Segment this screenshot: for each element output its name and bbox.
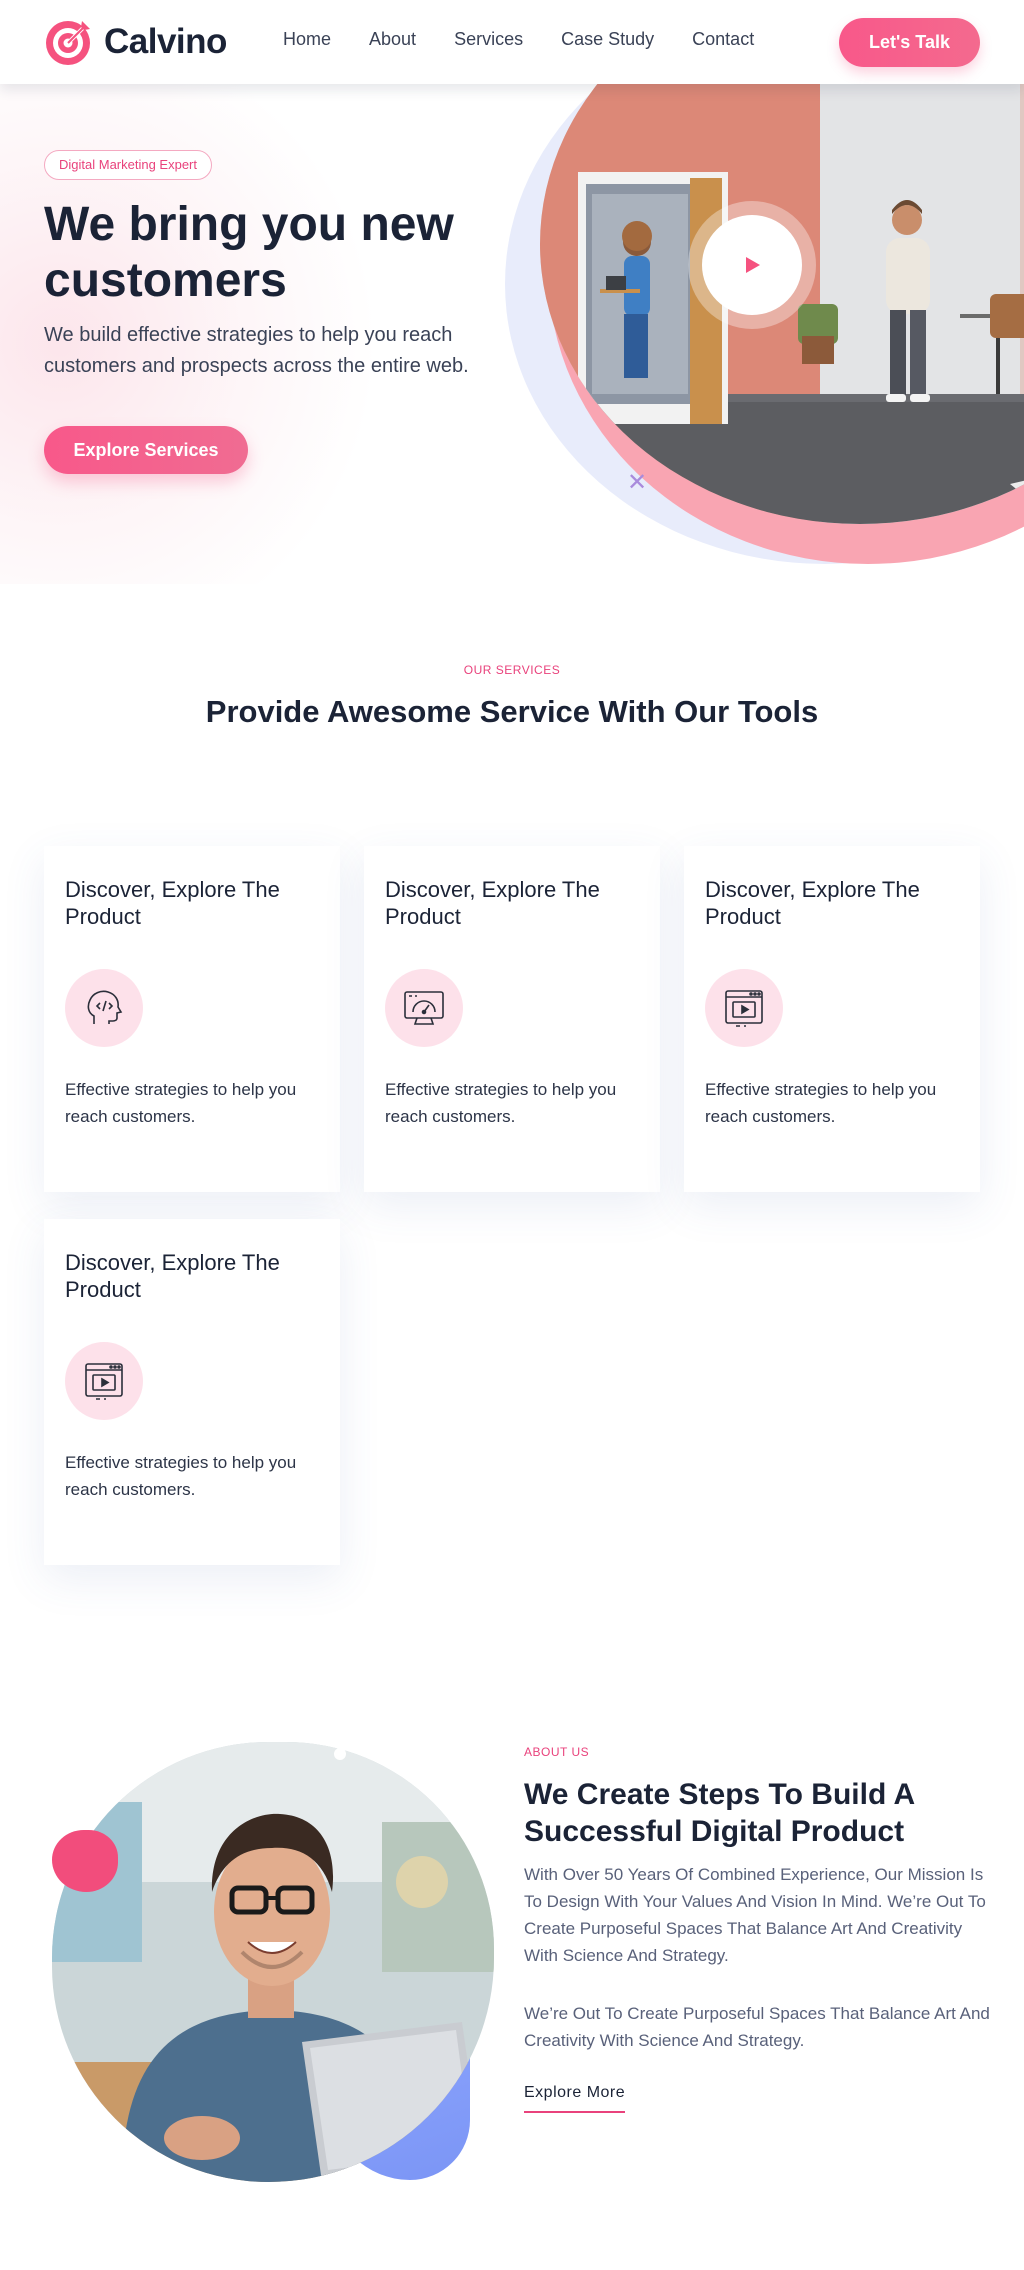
service-card-title: Discover, Explore The Product [65,877,280,929]
about-white-dot [334,1748,346,1760]
dashboard-monitor-icon [385,969,463,1047]
play-icon [746,257,760,273]
nav-about[interactable]: About [369,29,416,50]
service-card-title: Discover, Explore The Product [705,877,920,929]
video-browser-icon [65,1342,143,1420]
service-card[interactable]: Discover, Explore The Product Effective … [364,846,660,1192]
brand-name: Calvino [104,22,227,61]
hero-title: We bring you new customers [44,198,454,307]
service-card-text: Effective strategies to help you reach c… [65,1080,297,1126]
service-card-text: Effective strategies to help you reach c… [65,1453,297,1499]
nav-case-study[interactable]: Case Study [561,29,654,50]
about-title: We Create Steps To Build A Successful Di… [524,1778,915,1848]
sparkle-icon: ✕ [627,469,648,496]
ai-head-code-icon [65,969,143,1047]
about-paragraph-2: We’re Out To Create Purposeful Spaces Th… [524,2004,990,2050]
main-nav: Home About Services Case Study Contact [283,29,792,50]
service-card-title: Discover, Explore The Product [65,1250,280,1302]
nav-services[interactable]: Services [454,29,523,50]
service-card[interactable]: Discover, Explore The Product Effective … [44,846,340,1192]
nav-home[interactable]: Home [283,29,331,50]
hero-section: ✕ Digital Marketing Expert We bring you … [0,84,1024,584]
about-pink-dot [52,1830,118,1892]
service-card-text: Effective strategies to help you reach c… [385,1080,617,1126]
service-card[interactable]: Discover, Explore The Product Effective … [44,1219,340,1565]
hero-badge: Digital Marketing Expert [44,150,212,180]
explore-more-link[interactable]: Explore More [524,2084,626,2113]
brand-logo[interactable]: Calvino [44,17,227,67]
site-header: Calvino Home About Services Case Study C… [0,0,1024,84]
nav-contact[interactable]: Contact [692,29,754,50]
explore-services-button[interactable]: Explore Services [44,426,248,474]
about-image [52,1742,494,2182]
video-browser-icon [705,969,783,1047]
hero-subtitle: We build effective strategies to help yo… [44,324,469,377]
play-video-button[interactable] [702,215,802,315]
services-title: Provide Awesome Service With Our Tools [205,694,819,729]
service-card[interactable]: Discover, Explore The Product Effective … [684,846,980,1192]
about-kicker: ABOUT US [524,1745,590,1759]
service-card-text: Effective strategies to help you reach c… [705,1080,937,1126]
about-paragraph-1: With Over 50 Years Of Combined Experienc… [524,1865,986,1965]
service-card-title: Discover, Explore The Product [385,877,600,929]
lets-talk-button[interactable]: Let's Talk [839,18,980,67]
target-icon [46,21,90,65]
services-kicker: OUR SERVICES [463,663,561,677]
